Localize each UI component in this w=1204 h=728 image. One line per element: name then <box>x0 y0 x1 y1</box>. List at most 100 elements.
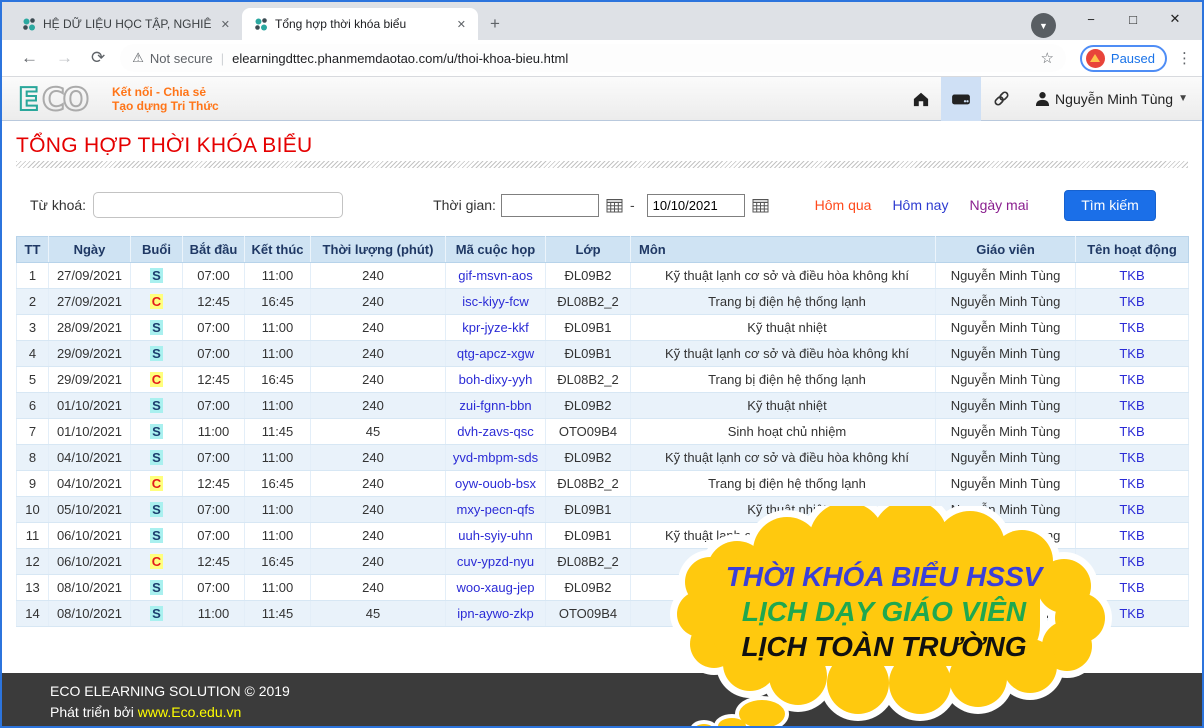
cell-date: 05/10/2021 <box>49 497 131 523</box>
cell-date: 04/10/2021 <box>49 471 131 497</box>
svg-text:E: E <box>18 82 37 117</box>
session-badge: C <box>150 476 163 491</box>
tkb-link[interactable]: TKB <box>1119 580 1144 595</box>
meeting-code-link[interactable]: oyw-ouob-bsx <box>455 476 536 491</box>
tkb-link[interactable]: TKB <box>1119 346 1144 361</box>
footer-site-link[interactable]: www.Eco.edu.vn <box>138 704 242 720</box>
quick-date-links: Hôm qua Hôm nay Ngày mai <box>815 197 1029 213</box>
meeting-code-link[interactable]: ipn-aywo-zkp <box>457 606 534 621</box>
cell-class: ĐL09B1 <box>546 523 631 549</box>
cell-class: OTO09B4 <box>546 601 631 627</box>
cell-tt: 9 <box>17 471 49 497</box>
cell-start: 11:00 <box>183 419 245 445</box>
meeting-code-link[interactable]: gif-msvn-aos <box>458 268 532 283</box>
tab-tong-hop-thoi-khoa-bieu[interactable]: Tổng hợp thời khóa biểu ✕ <box>242 8 478 40</box>
cell-tt: 3 <box>17 315 49 341</box>
tkb-link[interactable]: TKB <box>1119 554 1144 569</box>
tkb-link[interactable]: TKB <box>1119 372 1144 387</box>
calendar-icon[interactable] <box>606 198 623 213</box>
tkb-link[interactable]: TKB <box>1119 606 1144 621</box>
cell-tt: 1 <box>17 263 49 289</box>
cell-duration: 240 <box>311 263 446 289</box>
cell-class: ĐL08B2_2 <box>546 367 631 393</box>
browser-menu-icon[interactable]: ⋮ <box>1177 49 1192 67</box>
keyword-input[interactable] <box>93 192 343 218</box>
date-from-input[interactable] <box>501 194 599 217</box>
meeting-code-link[interactable]: boh-dixy-yyh <box>459 372 533 387</box>
home-icon[interactable] <box>901 77 941 121</box>
new-tab-button[interactable]: + <box>490 14 500 34</box>
meeting-code-link[interactable]: dvh-zavs-qsc <box>457 424 534 439</box>
cell-meeting-code: oyw-ouob-bsx <box>446 471 546 497</box>
sync-paused-button[interactable]: Paused <box>1080 45 1167 72</box>
cell-teacher: Nguyễn Minh Tùng <box>936 471 1076 497</box>
keyword-label: Từ khoá: <box>30 197 86 213</box>
search-button[interactable]: Tìm kiếm <box>1064 190 1156 221</box>
drive-icon[interactable] <box>941 77 981 121</box>
date-to-input[interactable] <box>647 194 745 217</box>
table-row: 2 27/09/2021 C 12:45 16:45 240 isc-kiyy-… <box>17 289 1189 315</box>
tkb-link[interactable]: TKB <box>1119 450 1144 465</box>
meeting-code-link[interactable]: woo-xaug-jep <box>456 580 534 595</box>
cell-class: ĐL09B2 <box>546 445 631 471</box>
meeting-code-link[interactable]: qtg-apcz-xgw <box>457 346 534 361</box>
calendar-icon[interactable] <box>752 198 769 213</box>
timetable-body: 1 27/09/2021 S 07:00 11:00 240 gif-msvn-… <box>17 263 1189 627</box>
not-secure-label: Not secure <box>150 51 213 66</box>
cell-end: 11:45 <box>245 601 311 627</box>
meeting-code-link[interactable]: mxy-pecn-qfs <box>456 502 534 517</box>
tkb-link[interactable]: TKB <box>1119 268 1144 283</box>
url-text[interactable]: elearningdttec.phanmemdaotao.com/u/thoi-… <box>232 51 1040 66</box>
table-row: 6 01/10/2021 S 07:00 11:00 240 zui-fgnn-… <box>17 393 1189 419</box>
tkb-link[interactable]: TKB <box>1119 398 1144 413</box>
tkb-link[interactable]: TKB <box>1119 424 1144 439</box>
cell-end: 11:00 <box>245 497 311 523</box>
tkb-link[interactable]: TKB <box>1119 320 1144 335</box>
meeting-code-link[interactable]: yvd-mbpm-sds <box>453 450 538 465</box>
meeting-code-link[interactable]: uuh-syiy-uhn <box>458 528 532 543</box>
maximize-button[interactable]: □ <box>1112 6 1154 32</box>
tab-close-icon[interactable]: ✕ <box>219 18 232 31</box>
meeting-code-link[interactable]: cuv-ypzd-nyu <box>457 554 534 569</box>
tkb-link[interactable]: TKB <box>1119 476 1144 491</box>
cell-subject: Trang bị điện hệ thống lạnh <box>631 471 936 497</box>
tab-title: HỆ DỮ LIỆU HỌC TẬP, NGHIÊN C <box>43 17 212 31</box>
back-icon[interactable]: ← <box>21 48 38 68</box>
cell-teacher: Nguyễn Minh Tùng <box>936 549 1076 575</box>
tkb-link[interactable]: TKB <box>1119 502 1144 517</box>
bookmark-star-icon[interactable]: ☆ <box>1040 49 1053 67</box>
not-secure-warning-icon[interactable]: ⚠ <box>132 50 144 66</box>
window-controls: − □ ✕ <box>1070 6 1196 32</box>
link-icon[interactable] <box>981 77 1021 121</box>
logo-taglines: Kết nối - Chia sẻ Tạo dựng Tri Thức <box>112 85 219 113</box>
user-menu[interactable]: Nguyễn Minh Tùng ▼ <box>1035 91 1188 107</box>
address-bar[interactable]: ⚠ Not secure | elearningdttec.phanmemdao… <box>120 44 1066 72</box>
quick-link[interactable]: Ngày mai <box>969 197 1028 213</box>
footer-copyright: ECO ELEARNING SOLUTION © 2019 <box>50 683 1202 699</box>
quick-link[interactable]: Hôm nay <box>892 197 948 213</box>
cell-meeting-code: kpr-jyze-kkf <box>446 315 546 341</box>
quick-link[interactable]: Hôm qua <box>815 197 872 213</box>
chevron-down-icon: ▼ <box>1178 93 1188 104</box>
reload-icon[interactable]: ⟳ <box>91 48 105 68</box>
table-row: 10 05/10/2021 S 07:00 11:00 240 mxy-pecn… <box>17 497 1189 523</box>
cell-meeting-code: qtg-apcz-xgw <box>446 341 546 367</box>
forward-icon[interactable]: → <box>56 48 73 68</box>
meeting-code-link[interactable]: isc-kiyy-fcw <box>462 294 528 309</box>
cell-start: 07:00 <box>183 393 245 419</box>
footer-developer-prefix: Phát triển bởi <box>50 704 138 720</box>
eco-logo[interactable]: E CO Kết nối - Chia sẻ Tạo dựng Tri Thức <box>18 81 219 117</box>
tab-close-icon[interactable]: ✕ <box>455 18 468 31</box>
minimize-button[interactable]: − <box>1070 6 1112 32</box>
cell-session: S <box>131 575 183 601</box>
meeting-code-link[interactable]: kpr-jyze-kkf <box>462 320 528 335</box>
cell-subject: Sinh hoạt chủ nhiệm <box>631 419 936 445</box>
timetable-header-row: TTNgàyBuổiBắt đầuKết thúcThời lượng (phú… <box>17 237 1189 263</box>
tkb-link[interactable]: TKB <box>1119 528 1144 543</box>
cell-teacher: Nguyễn Minh Tùng <box>936 497 1076 523</box>
browser-profile-icon[interactable]: ▼ <box>1031 13 1056 38</box>
meeting-code-link[interactable]: zui-fgnn-bbn <box>459 398 531 413</box>
tkb-link[interactable]: TKB <box>1119 294 1144 309</box>
tab-he-du-lieu[interactable]: HỆ DỮ LIỆU HỌC TẬP, NGHIÊN C ✕ <box>10 8 242 40</box>
close-button[interactable]: ✕ <box>1154 6 1196 32</box>
